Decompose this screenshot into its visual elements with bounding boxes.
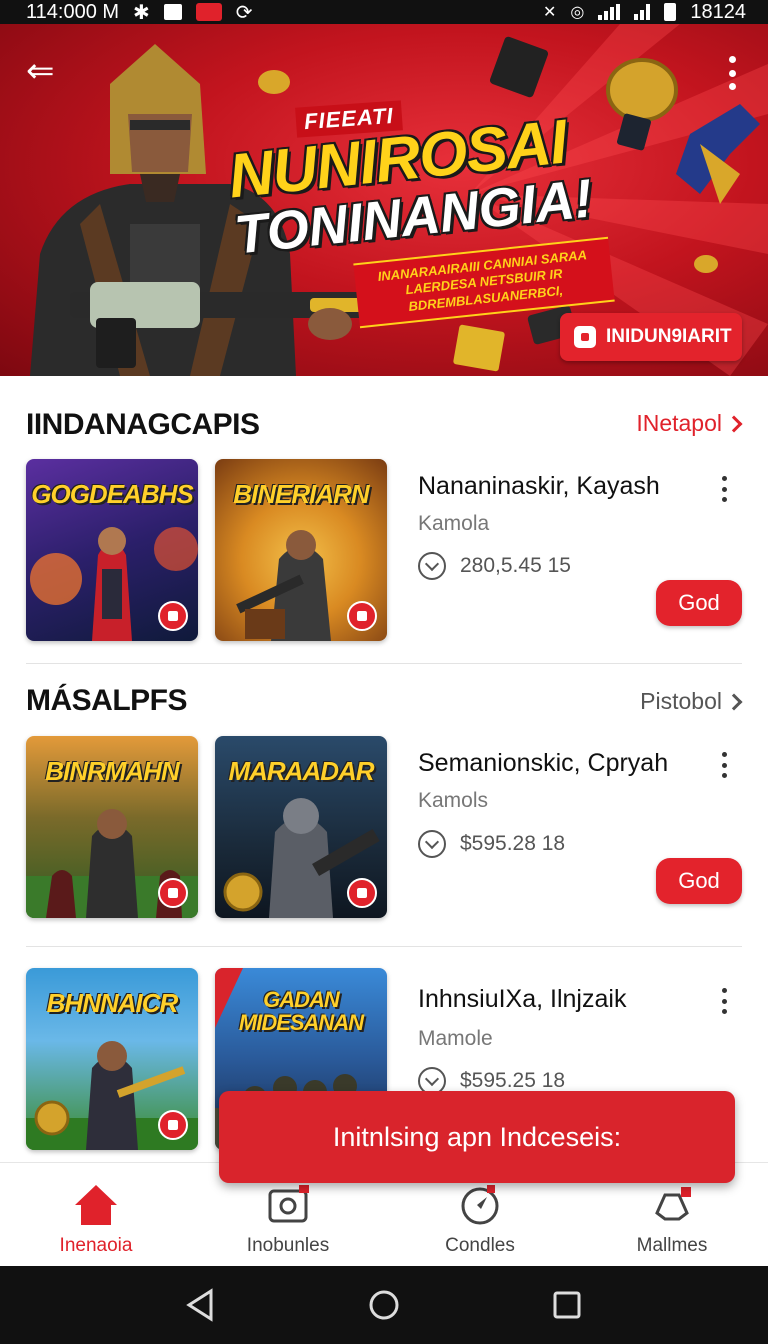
bookmark-badge-icon[interactable] — [158, 1110, 188, 1140]
bookmark-badge-icon[interactable] — [158, 878, 188, 908]
status-time: 114:000 M — [26, 0, 120, 23]
section-link-label: Pistobol — [640, 688, 722, 714]
bookmark-badge-icon[interactable] — [158, 601, 188, 631]
game-thumbnail-title: GADAN MIDESANAN — [238, 987, 364, 1036]
game-thumbnail-title: BHNNAICR — [46, 988, 179, 1018]
home-icon — [75, 1185, 117, 1225]
system-home-icon[interactable] — [364, 1285, 404, 1325]
wifi-signal-icon — [598, 4, 621, 20]
divider — [26, 946, 742, 947]
section-title: MÁSALPFS — [26, 684, 188, 717]
divider — [26, 663, 742, 664]
cell-signal-icon — [634, 4, 651, 20]
game-thumbnail[interactable]: BINRMAHN — [26, 736, 198, 918]
banner-cta-label: INIDUN9IARIT — [606, 326, 732, 347]
nav-label: Inenaoia — [59, 1235, 133, 1256]
game-thumbnail-title: BINERIARN — [233, 479, 369, 509]
nav-label: Condles — [445, 1235, 515, 1256]
app-notification-icon — [195, 3, 222, 21]
get-button[interactable]: God — [656, 580, 742, 626]
get-button[interactable]: God — [656, 858, 742, 904]
clock-icon — [418, 830, 446, 858]
back-arrow-icon[interactable]: ⇐ — [26, 54, 66, 88]
toast-message[interactable]: Initnlsing apn Indceseis: — [219, 1091, 735, 1183]
section-link-label: INetapol — [636, 410, 722, 436]
item-title[interactable]: InhnsiuIXa, Ilnjzaik — [418, 985, 626, 1014]
banner-cta-button[interactable]: INIDUN9IARIT — [560, 313, 742, 361]
game-thumbnail-title: GOGDEABHS — [31, 479, 193, 509]
status-left: 114:000 M ✱ ⟳ — [26, 0, 253, 25]
alarm-icon: ◎ — [570, 4, 585, 21]
game-thumbnail[interactable]: BHNNAICR — [26, 968, 198, 1150]
chevron-right-icon — [725, 415, 743, 432]
nav-label: Mallmes — [636, 1235, 708, 1256]
section-title: IINDANAGCAPIS — [26, 408, 260, 441]
camera-icon — [268, 1185, 309, 1223]
item-subtitle: Kamols — [418, 789, 489, 812]
compass-icon — [461, 1185, 499, 1225]
system-back-icon[interactable] — [181, 1285, 221, 1325]
clock-icon — [418, 552, 446, 580]
item-title[interactable]: Nananinaskir, Kayash — [418, 472, 660, 501]
system-navigation-bar — [0, 1266, 768, 1344]
mute-icon: ✕ — [543, 4, 557, 21]
item-more-icon[interactable] — [719, 476, 729, 502]
item-subtitle: Kamola — [418, 512, 490, 535]
battery-icon — [664, 3, 677, 21]
cube-icon — [574, 326, 596, 348]
item-more-icon[interactable] — [719, 988, 729, 1014]
section-see-all-link[interactable]: INetapol — [636, 410, 743, 437]
system-recents-icon[interactable] — [547, 1285, 587, 1325]
bookmark-badge-icon[interactable] — [347, 878, 377, 908]
asterisk-icon: ✱ — [133, 1, 150, 24]
game-thumbnail-title: BINRMAHN — [45, 756, 180, 786]
item-subtitle: Mamole — [418, 1027, 493, 1050]
item-price: $595.28 18 — [460, 832, 566, 855]
notification-icon — [163, 4, 182, 20]
gamepad-icon — [655, 1187, 691, 1221]
promo-banner[interactable]: ⇐ FIEEATI NUNIROSAI TONINANGIA! INANARAA… — [0, 24, 768, 376]
app-screen: 114:000 M ✱ ⟳ ✕ ◎ 18124 ⇐ FIEEATI NUNIRO… — [0, 0, 768, 1344]
nav-item-home[interactable]: Inenaoia — [0, 1163, 192, 1266]
status-right: ✕ ◎ 18124 — [543, 1, 746, 24]
item-price-row: 280,5.45 15 — [418, 552, 571, 580]
item-price: $595.25 18 — [460, 1069, 566, 1092]
sync-icon: ⟳ — [235, 1, 253, 24]
item-price-row: $595.28 18 — [418, 830, 565, 858]
game-thumbnail-title: MARAADAR — [228, 756, 374, 786]
game-thumbnail[interactable]: GOGDEABHS — [26, 459, 198, 641]
bookmark-badge-icon[interactable] — [347, 601, 377, 631]
status-bar: 114:000 M ✱ ⟳ ✕ ◎ 18124 — [0, 0, 768, 24]
status-right-text: 18124 — [690, 0, 746, 23]
item-title[interactable]: Semanionskic, Cpryah — [418, 749, 668, 778]
game-thumbnail[interactable]: MARAADAR — [215, 736, 387, 918]
item-price: 280,5.45 15 — [460, 554, 571, 577]
nav-label: Inobunles — [246, 1235, 330, 1256]
section-see-all-link[interactable]: Pistobol — [640, 688, 743, 715]
toast-text: Initnlsing apn Indceseis: — [332, 1121, 622, 1152]
game-thumbnail[interactable]: BINERIARN — [215, 459, 387, 641]
banner-more-icon[interactable] — [726, 56, 738, 90]
item-more-icon[interactable] — [719, 752, 729, 778]
chevron-right-icon — [725, 693, 743, 710]
